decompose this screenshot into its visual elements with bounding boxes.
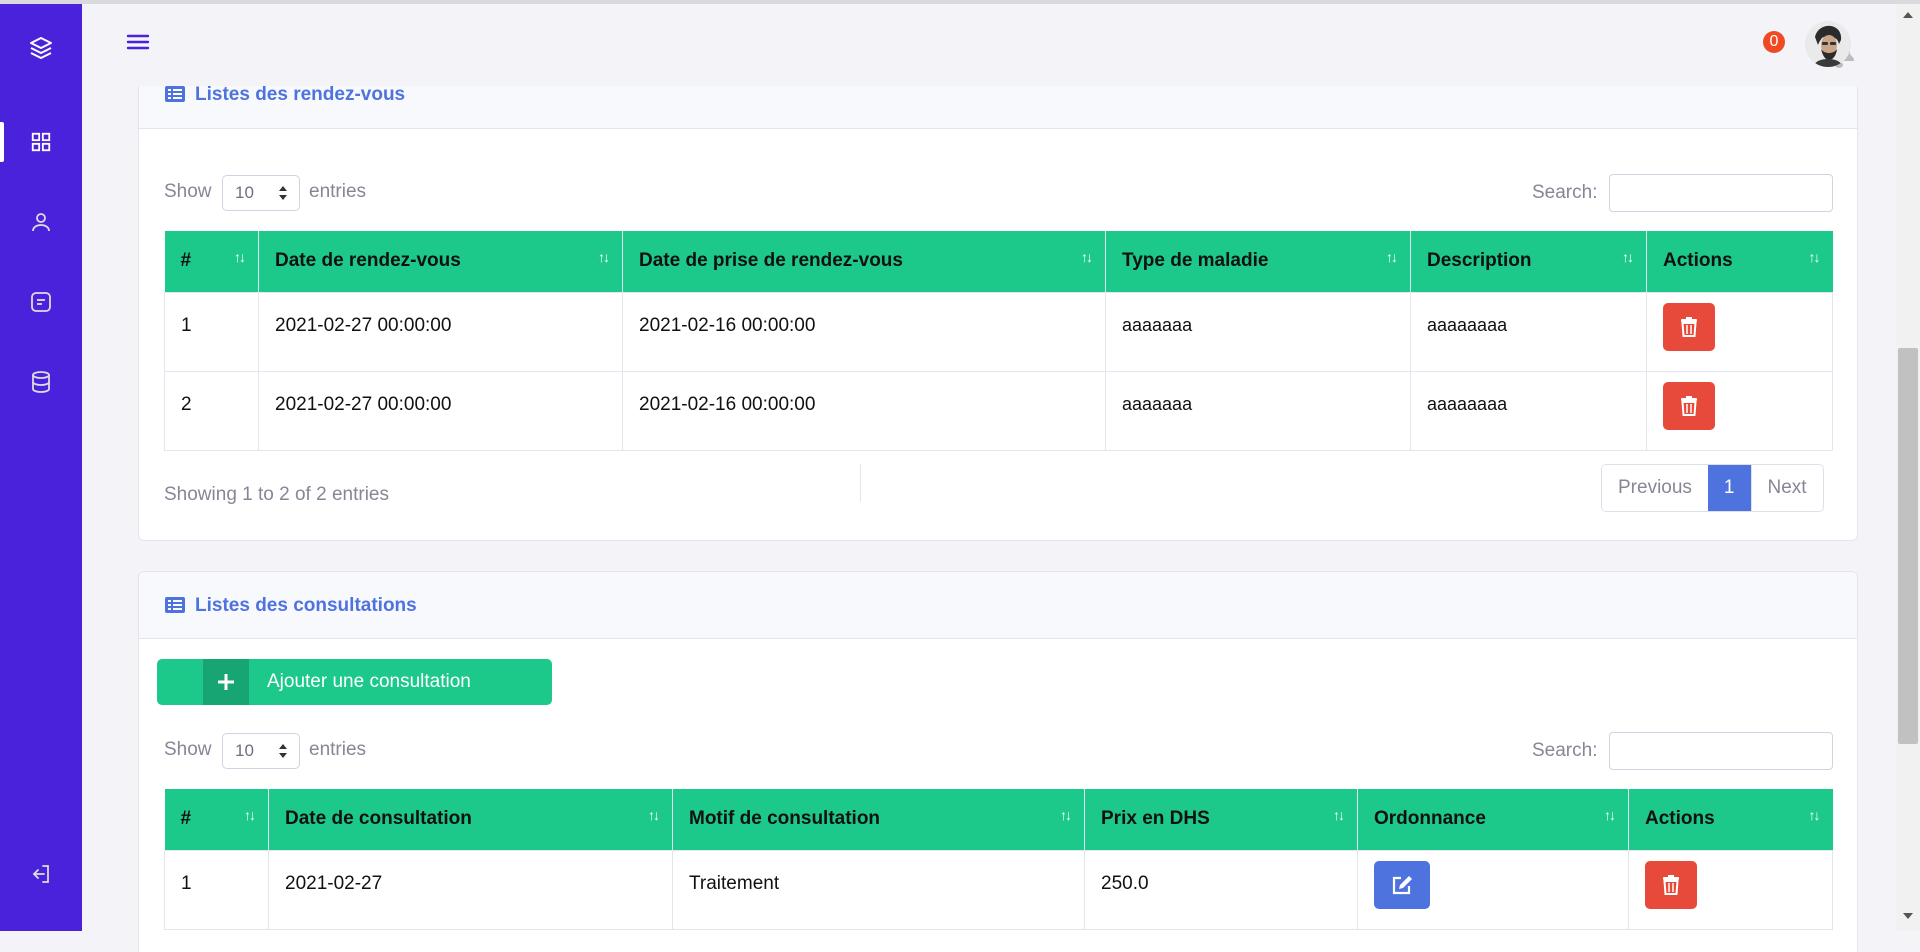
cell-type: aaaaaaa [1105,370,1411,451]
cell-date: 2021-02-27 00:00:00 [258,370,623,451]
column-header[interactable]: Prix en DHS ↑↓ [1084,789,1358,850]
column-header[interactable]: Date de rendez-vous ↑↓ [258,231,623,292]
search-label: Search: [1532,182,1598,203]
sort-icon: ↑↓ [1333,807,1345,823]
notification-badge: 0 [1763,31,1785,53]
card-title: Listes des consultations [195,595,417,616]
layers-logo-icon[interactable] [0,28,82,68]
message-icon[interactable] [0,282,82,322]
cell-date: 2021-02-27 [268,849,673,930]
cell-actions [1628,849,1833,930]
search-label: Search: [1532,740,1598,761]
add-consultation-button[interactable]: Ajouter une consultation [157,659,552,705]
add-consultation-label: Ajouter une consultation [267,671,471,692]
search-input[interactable] [1609,732,1833,770]
column-header[interactable]: Date de consultation ↑↓ [268,789,673,850]
previous-button[interactable]: Previous [1602,465,1708,511]
avatar[interactable] [1805,21,1851,67]
column-header[interactable]: Description ↑↓ [1410,231,1647,292]
edit-prescription-button[interactable] [1374,860,1430,909]
pagination: Previous 1 Next [1601,464,1824,512]
column-header[interactable]: Motif de consultation ↑↓ [672,789,1085,850]
cell-date: 2021-02-27 00:00:00 [258,291,623,372]
cell-num: 1 [164,291,259,372]
column-header[interactable]: # ↑↓ [164,789,269,850]
select-arrows-icon [279,744,287,758]
logout-icon[interactable] [0,854,82,894]
sort-icon: ↑↓ [1622,249,1634,265]
delete-button[interactable] [1663,381,1715,430]
column-header[interactable]: # ↑↓ [164,231,259,292]
column-header[interactable]: Type de maladie ↑↓ [1105,231,1411,292]
divider [860,464,861,502]
sort-icon: ↑↓ [244,807,256,823]
column-header[interactable]: Actions ↑↓ [1646,231,1833,292]
cell-type: aaaaaaa [1105,291,1411,372]
cell-description: aaaaaaaa [1410,370,1647,451]
entries-select-value: 10 [235,183,254,202]
sort-icon: ↑↓ [1808,249,1821,265]
user-icon[interactable] [0,202,82,242]
consultations-table: # ↑↓ Date de consultation ↑↓ Motif de cons… [164,789,1833,930]
page-1-button[interactable]: 1 [1707,465,1751,511]
cell-num: 1 [164,849,269,930]
length-entries-label: entries [309,181,367,202]
sort-icon: ↑↓ [1060,807,1072,823]
delete-button[interactable] [1645,860,1697,909]
dashboard-grid-icon[interactable] [0,122,82,162]
sort-icon: ↑↓ [648,807,660,823]
length-entries-label: entries [309,739,367,760]
cell-price: 250.0 [1084,849,1358,930]
sidebar [0,4,82,931]
cell-booked: 2021-02-16 00:00:00 [622,370,1106,451]
trash-icon [1681,316,1697,337]
search-input[interactable] [1609,174,1833,212]
cell-description: aaaaaaaa [1410,291,1647,372]
trash-icon [1663,874,1679,895]
sort-icon: ↑↓ [1808,807,1821,823]
table-row: 1 2021-02-27 Traitement 250.0 [164,849,1833,930]
table-row: 1 2021-02-27 00:00:00 2021-02-16 00:00:0… [164,291,1833,372]
trash-icon [1681,395,1697,416]
next-button[interactable]: Next [1750,465,1823,511]
table-info: Showing 1 to 2 of 2 entries [164,484,389,505]
scrollbar-thumb[interactable] [1898,348,1918,744]
cell-actions [1646,370,1833,451]
menu-toggle-icon[interactable] [126,30,150,54]
column-header[interactable]: Ordonnance ↑↓ [1357,789,1629,850]
sort-icon: ↑↓ [598,249,610,265]
cell-booked: 2021-02-16 00:00:00 [622,291,1106,372]
plus-icon [203,659,249,705]
card-title: Listes des rendez-vous [195,84,406,105]
length-show-label: Show [164,739,212,760]
cell-num: 2 [164,370,259,451]
length-show-label: Show [164,181,212,202]
sort-icon: ↑↓ [234,249,246,265]
sort-icon: ↑↓ [1386,249,1398,265]
select-arrows-icon [279,186,287,200]
cell-motif: Traitement [672,849,1085,930]
delete-button[interactable] [1663,302,1715,351]
entries-select[interactable]: 10 [222,175,300,211]
sort-icon: ↑↓ [1081,249,1093,265]
list-icon [165,597,185,613]
list-icon [165,86,185,102]
cell-actions [1646,291,1833,372]
scroll-down-arrow-icon[interactable] [1903,913,1913,919]
entries-select[interactable]: 10 [222,733,300,769]
cell-ordonnance [1357,849,1629,930]
consultations-card-header: Listes des consultations [139,572,1857,639]
edit-icon [1392,875,1412,894]
column-header[interactable]: Date de prise de rendez-vous ↑↓ [622,231,1106,292]
topbar [82,4,1896,86]
appointments-table: # ↑↓ Date de rendez-vous ↑↓ Date de prise … [164,231,1833,451]
sort-icon: ↑↓ [1604,807,1616,823]
scroll-up-arrow-icon[interactable] [1903,12,1913,18]
entries-select-value: 10 [235,741,254,760]
table-row: 2 2021-02-27 00:00:00 2021-02-16 00:00:0… [164,370,1833,451]
database-icon[interactable] [0,362,82,402]
column-header[interactable]: Actions ↑↓ [1628,789,1833,850]
